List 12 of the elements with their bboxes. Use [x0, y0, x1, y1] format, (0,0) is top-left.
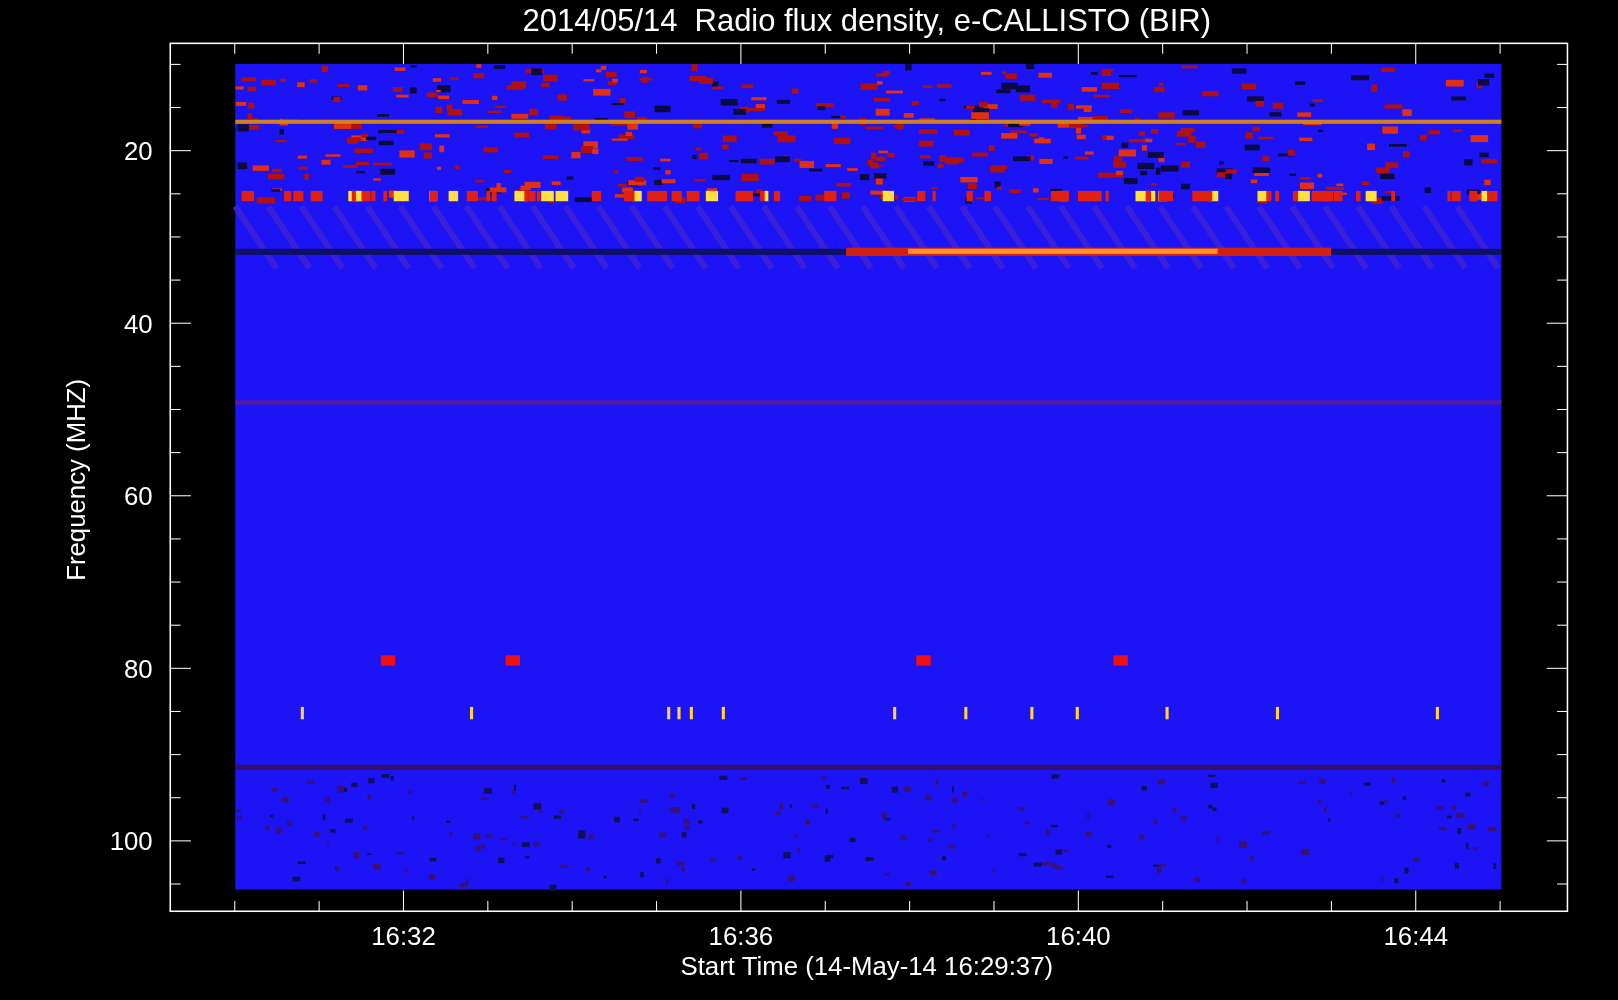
- y-tick-label: 60: [124, 482, 153, 511]
- x-tick-label: 16:32: [371, 922, 436, 951]
- y-tick-label: 40: [124, 309, 153, 338]
- y-axis-label: Frequency (MHZ): [61, 378, 90, 581]
- x-tick-label: 16:44: [1383, 922, 1448, 951]
- chart-title: 2014/05/14 Radio flux density, e-CALLISTO (BIR): [522, 2, 1211, 38]
- y-tick-label: 100: [109, 827, 153, 856]
- x-tick-label: 16:36: [708, 922, 774, 951]
- y-tick-label: 20: [124, 136, 153, 165]
- x-tick-label: 16:40: [1046, 922, 1111, 951]
- y-tick-label: 80: [124, 654, 153, 683]
- x-axis-label: Start Time (14-May-14 16:29:37): [680, 952, 1054, 981]
